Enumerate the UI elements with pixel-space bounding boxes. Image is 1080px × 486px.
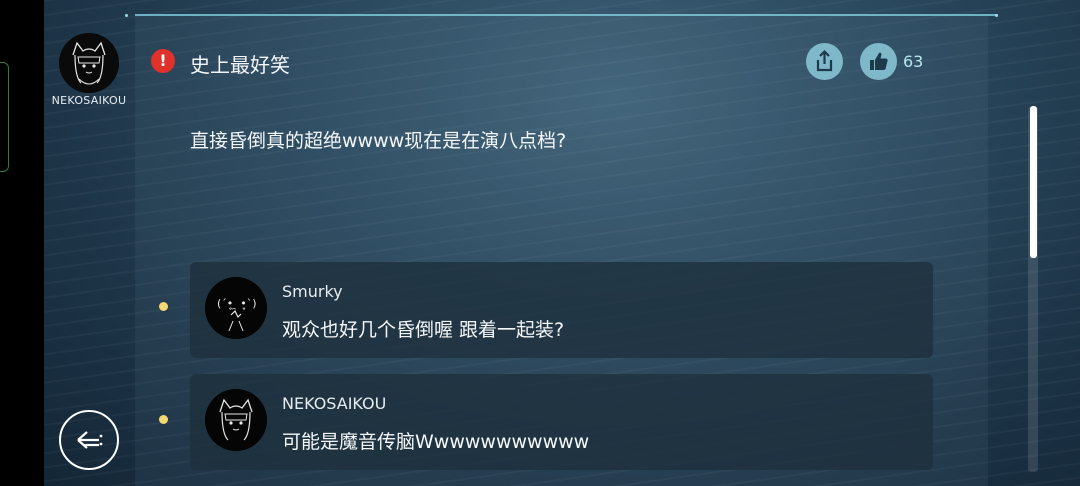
side-edge-indicator (0, 62, 9, 172)
poster-name: NEKOSAIKOU (51, 94, 127, 107)
back-arrow-icon (77, 431, 103, 449)
reply-avatar[interactable] (205, 389, 267, 451)
panel-top-border (135, 14, 998, 16)
post-title: 史上最好笑 (190, 53, 290, 77)
decor-dot (125, 14, 128, 17)
reply-text: 观众也好几个昏倒喔 跟着一起装? (282, 319, 565, 341)
alert-icon: ! (151, 49, 175, 73)
reply-author: NEKOSAIKOU (282, 394, 387, 413)
shrug-face-avatar-icon: (ˊ•̥ ̯ •̥ˋ) (205, 277, 267, 339)
share-button[interactable] (806, 43, 843, 80)
share-icon (816, 49, 833, 72)
poster-avatar[interactable] (59, 33, 119, 93)
like-button[interactable] (860, 43, 897, 80)
reply-text: 可能是魔音传脑Wwwwwwwwwww (282, 431, 590, 453)
reply-author: Smurky (282, 282, 343, 301)
thumbs-up-icon (870, 52, 888, 70)
scrollbar-thumb[interactable] (1030, 106, 1037, 258)
reply-item[interactable]: NEKOSAIKOU 可能是魔音传脑Wwwwwwwwwww (190, 374, 933, 470)
post-body: 直接昏倒真的超绝wwww现在是在演八点档? (190, 130, 567, 152)
decor-dot (995, 14, 998, 17)
cat-girl-avatar-icon (205, 389, 267, 451)
like-count: 63 (903, 52, 924, 71)
back-button[interactable] (59, 410, 119, 470)
cat-girl-avatar-icon (59, 33, 119, 93)
reply-item[interactable]: (ˊ•̥ ̯ •̥ˋ) Smurky 观众也好几个昏倒喔 跟着一起装? (190, 262, 933, 358)
svg-text:(ˊ•̥ ̯ •̥ˋ): (ˊ•̥ ̯ •̥ˋ) (217, 297, 257, 310)
reply-marker (159, 302, 168, 311)
reply-marker (159, 415, 168, 424)
reply-avatar[interactable]: (ˊ•̥ ̯ •̥ˋ) (205, 277, 267, 339)
